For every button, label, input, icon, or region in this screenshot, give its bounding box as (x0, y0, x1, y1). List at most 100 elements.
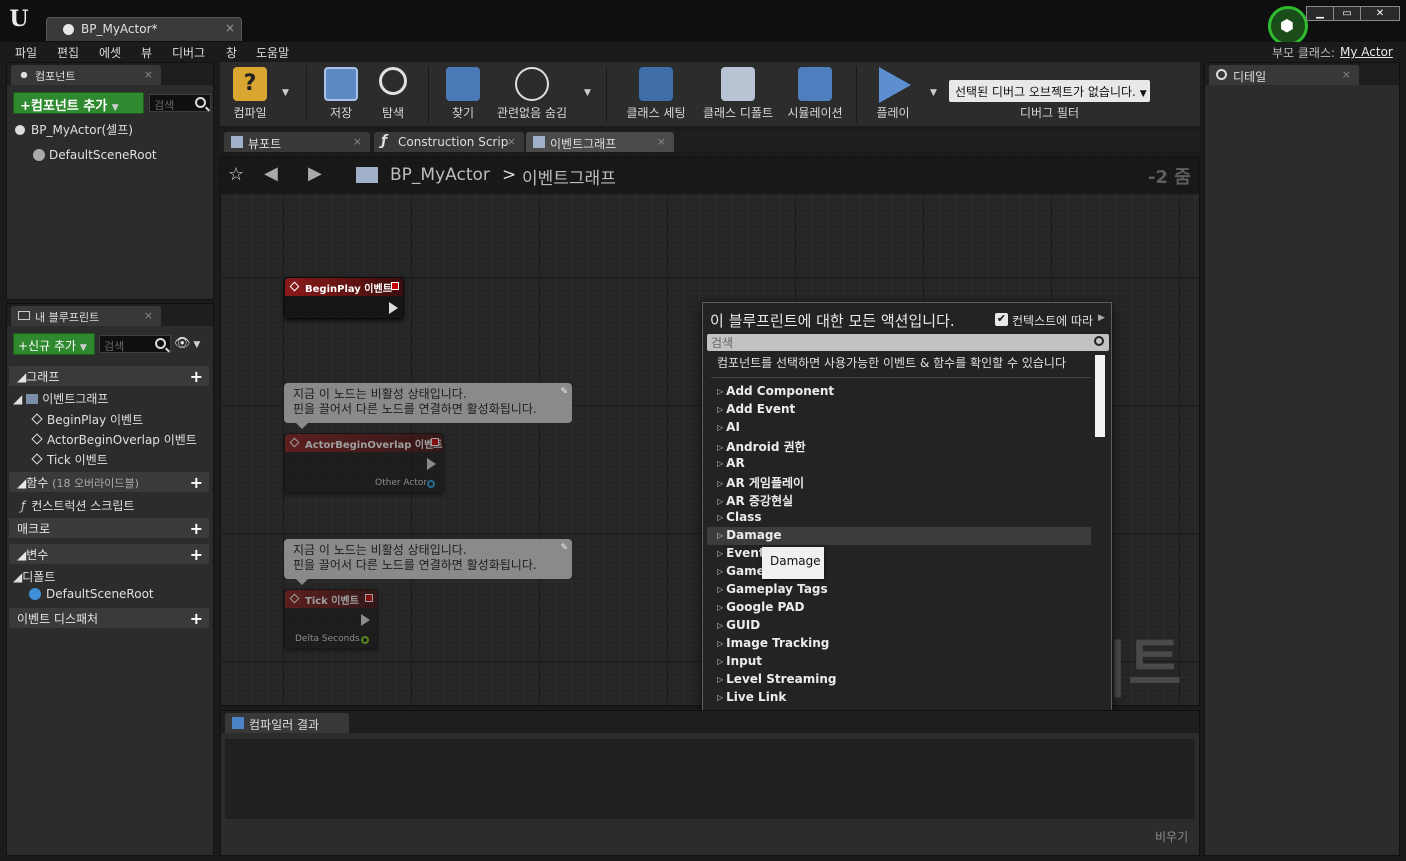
category-ai[interactable]: AI (717, 420, 740, 434)
context-sensitive-checkbox[interactable]: ✔ (995, 313, 1008, 326)
add-component-button[interactable]: +컴포넌트 추가 ▼ (13, 92, 144, 114)
category-damage[interactable]: Damage (717, 528, 781, 542)
minimize-button[interactable]: ▁ (1306, 6, 1334, 21)
exec-output-pin[interactable] (361, 614, 370, 626)
section-graphs[interactable]: ◢그래프 + (9, 366, 209, 386)
category-input[interactable]: Input (717, 654, 762, 668)
section-variables[interactable]: ◢변수 + (9, 544, 209, 564)
add-variable-plus-icon[interactable]: + (190, 545, 203, 564)
category-live-link[interactable]: Live Link (717, 690, 786, 704)
compiler-results-tab[interactable]: 컴파일러 결과 (225, 713, 349, 733)
source-control-icon[interactable]: ⬢ (1268, 6, 1308, 46)
close-button[interactable]: ✕ (1360, 6, 1400, 21)
menu-asset[interactable]: 에셋 (99, 44, 121, 61)
my-blueprint-tab[interactable]: 내 블루프린트 × (11, 306, 161, 326)
category-android-permission[interactable]: Android 권한 (717, 438, 806, 455)
browse-button[interactable]: 탐색 (370, 62, 416, 126)
details-tab[interactable]: 디테일 × (1209, 65, 1359, 85)
debug-object-select[interactable]: 선택된 디버그 오브젝트가 없습니다. ▼ (949, 80, 1150, 102)
menu-edit[interactable]: 편집 (57, 44, 79, 61)
tab-event-graph[interactable]: 이벤트그래프 × (526, 132, 674, 152)
components-search-input[interactable]: 검색 (149, 94, 211, 112)
tab-viewport[interactable]: 뷰포트 × (224, 132, 370, 152)
close-icon[interactable]: × (144, 68, 153, 81)
category-ar-augmented-reality[interactable]: AR 증강현실 (717, 492, 793, 509)
close-icon[interactable]: × (353, 135, 362, 148)
add-new-button[interactable]: +신규 추가 ▼ (13, 333, 95, 355)
action-search-input[interactable]: 검색 (707, 334, 1109, 351)
delegate-pin-icon[interactable] (365, 594, 373, 602)
section-functions[interactable]: ◢함수 (18 오버라이드블) + (9, 472, 209, 492)
add-macro-plus-icon[interactable]: + (190, 519, 203, 538)
breadcrumb-root[interactable]: BP_MyActor (390, 165, 490, 185)
category-google-pad[interactable]: Google PAD (717, 600, 804, 614)
component-scene-root-item[interactable]: DefaultSceneRoot (33, 148, 157, 162)
exec-output-pin[interactable] (389, 302, 398, 314)
simulation-button[interactable]: 시뮬레이션 (782, 62, 848, 126)
close-icon[interactable]: × (225, 21, 235, 35)
add-function-plus-icon[interactable]: + (190, 473, 203, 492)
menu-help[interactable]: 도움말 (256, 44, 289, 61)
category-level-streaming[interactable]: Level Streaming (717, 672, 836, 686)
category-gameplay-tags[interactable]: Gameplay Tags (717, 582, 828, 596)
compile-button[interactable]: ? 컴파일 (224, 62, 276, 126)
exec-output-pin[interactable] (427, 458, 436, 470)
parent-class-link[interactable]: My Actor (1340, 45, 1393, 59)
view-options-eye-icon[interactable]: 👁 ▼ (174, 336, 200, 351)
tree-default-scene-root[interactable]: DefaultSceneRoot (29, 587, 154, 601)
tab-construction-script[interactable]: ƒ Construction Scrip × (374, 132, 524, 152)
menu-window[interactable]: 창 (226, 44, 237, 61)
tree-construction-script[interactable]: ƒ 컨스트럭션 스크립트 (21, 497, 134, 514)
close-icon[interactable]: × (657, 135, 666, 148)
components-tab[interactable]: 컴포넌트 × (11, 65, 161, 85)
section-macros[interactable]: 매크로 + (9, 518, 209, 538)
hide-unrelated-button[interactable]: 관련없음 숨김 (492, 62, 572, 126)
tree-event-tick[interactable]: Tick 이벤트 (31, 451, 108, 468)
delegate-pin-icon[interactable] (431, 438, 439, 446)
tree-event-beginplay[interactable]: BeginPlay 이벤트 (31, 411, 143, 428)
menu-view[interactable]: 뷰 (141, 44, 152, 61)
category-image-tracking[interactable]: Image Tracking (717, 636, 829, 650)
favorite-star-icon[interactable]: ☆ (228, 164, 244, 185)
category-game[interactable]: Game (717, 564, 765, 578)
section-event-dispatchers[interactable]: 이벤트 디스패처 + (9, 608, 209, 628)
float-pin-icon[interactable] (361, 636, 369, 644)
tree-defaults[interactable]: ◢디폴트 (13, 568, 55, 585)
back-arrow-icon[interactable]: ◀ (264, 163, 278, 184)
class-defaults-button[interactable]: 클래스 디폴트 (698, 62, 778, 126)
category-ar[interactable]: AR (717, 456, 745, 470)
category-add-component[interactable]: Add Component (717, 384, 834, 398)
add-graph-plus-icon[interactable]: + (190, 367, 203, 386)
find-button[interactable]: 찾기 (440, 62, 486, 126)
close-icon[interactable]: × (144, 309, 153, 322)
tree-event-overlap[interactable]: ActorBeginOverlap 이벤트 (31, 431, 197, 448)
action-list-scrollbar[interactable] (1095, 355, 1105, 437)
forward-arrow-icon[interactable]: ▶ (308, 163, 322, 184)
tree-event-graph[interactable]: ◢ 이벤트그래프 (13, 390, 108, 407)
menu-file[interactable]: 파일 (15, 44, 37, 61)
category-class[interactable]: Class (717, 510, 761, 524)
category-add-event[interactable]: Add Event (717, 402, 795, 416)
category-guid[interactable]: GUID (717, 618, 760, 632)
delegate-pin-icon[interactable] (391, 282, 399, 290)
pin-icon[interactable]: ✎ (560, 541, 568, 556)
menu-debug[interactable]: 디버그 (172, 44, 205, 61)
clear-button[interactable]: 비우기 (1155, 828, 1188, 845)
close-icon[interactable]: × (1342, 68, 1351, 81)
node-beginplay[interactable]: BeginPlay 이벤트 (284, 277, 404, 319)
pin-icon[interactable]: ✎ (560, 385, 568, 400)
compile-options-chevron-icon[interactable]: ▼ (282, 88, 289, 98)
play-options-chevron-icon[interactable]: ▼ (930, 88, 937, 98)
add-dispatcher-plus-icon[interactable]: + (190, 609, 203, 628)
component-self-item[interactable]: BP_MyActor(셀프) (15, 121, 133, 138)
close-icon[interactable]: × (507, 135, 516, 148)
node-tick[interactable]: Tick 이벤트 Delta Seconds (284, 589, 378, 649)
maximize-button[interactable]: ▭ (1333, 6, 1361, 21)
node-actor-begin-overlap[interactable]: ActorBeginOverlap 이벤트 Other Actor (284, 433, 444, 493)
document-tab[interactable]: BP_MyActor* × (46, 17, 242, 41)
hide-unrelated-chevron-icon[interactable]: ▼ (584, 88, 591, 98)
my-blueprint-search-input[interactable]: 검색 (99, 335, 171, 353)
save-button[interactable]: 저장 (318, 62, 364, 126)
play-button[interactable]: 플레이 (868, 62, 918, 126)
class-settings-button[interactable]: 클래스 세팅 (618, 62, 694, 126)
